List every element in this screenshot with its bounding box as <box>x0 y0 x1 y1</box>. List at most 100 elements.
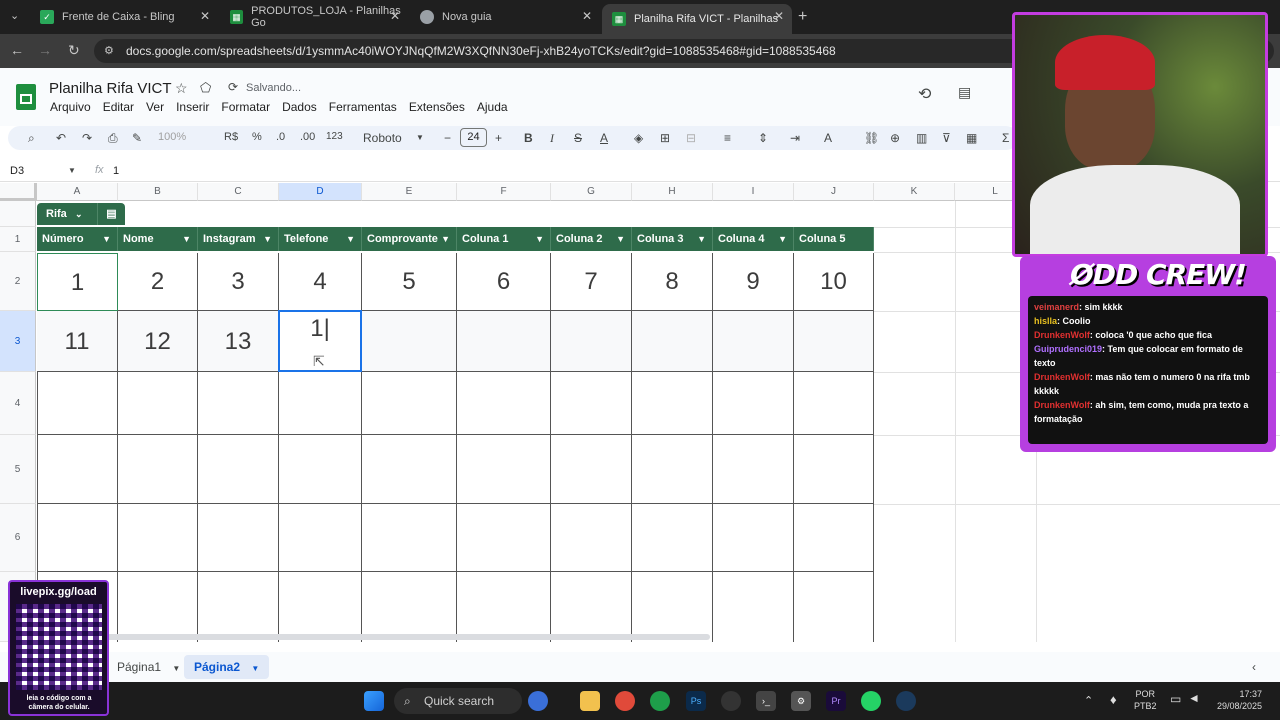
chevron-down-icon[interactable]: ▼ <box>172 664 180 673</box>
row-header-5[interactable]: 5 <box>0 435 36 504</box>
cell-d3-editing[interactable]: 1| ⇱ <box>278 310 362 372</box>
table-header-instagram[interactable]: Instagram ▼ <box>198 227 279 251</box>
back-icon[interactable]: ← <box>10 42 24 58</box>
cell-g3[interactable] <box>551 311 632 372</box>
clock[interactable]: 17:37 29/08/2025 <box>1210 688 1262 712</box>
cell-f3[interactable] <box>457 311 551 372</box>
row-header-2[interactable]: 2 <box>0 252 36 311</box>
volume-icon[interactable]: ◄ <box>1188 691 1200 705</box>
functions-icon[interactable]: Σ <box>1002 131 1009 145</box>
table-header-nome[interactable]: Nome ▼ <box>118 227 198 251</box>
decrease-font-size-icon[interactable]: − <box>444 131 451 145</box>
tab-search-icon[interactable]: ⌄ <box>10 9 19 22</box>
table-header-coluna-5[interactable]: Coluna 5 <box>794 227 874 251</box>
cell-h2[interactable]: 8 <box>632 253 713 311</box>
microphone-icon[interactable]: ♦ <box>1110 692 1117 707</box>
comment-icon[interactable]: ⊕ <box>890 131 900 145</box>
filter-views-icon[interactable]: ▦ <box>966 131 977 145</box>
table-header-coluna-3[interactable]: Coluna 3 ▼ <box>632 227 713 251</box>
search-menus-icon[interactable]: ⌕ <box>28 131 35 146</box>
new-tab-icon[interactable]: + <box>798 8 807 26</box>
cell-c2[interactable]: 3 <box>198 253 279 311</box>
comments-icon[interactable]: ▤ <box>958 84 971 101</box>
link-icon[interactable]: ⛓ <box>864 131 879 145</box>
align-horizontal-icon[interactable]: ≡ <box>724 131 731 145</box>
scrollbar-horizontal[interactable] <box>40 634 710 640</box>
sheet-tab-pagina1[interactable]: Página1 ▼ <box>107 655 190 679</box>
cell-a2[interactable]: 1 <box>37 253 118 311</box>
obs-icon[interactable] <box>721 691 741 711</box>
table-header-coluna-1[interactable]: Coluna 1 ▼ <box>457 227 551 251</box>
menu-ferramentas[interactable]: Ferramentas <box>329 100 397 114</box>
reload-icon[interactable]: ↻ <box>68 42 80 59</box>
cell-b2[interactable]: 2 <box>118 253 198 311</box>
whatsapp-icon[interactable] <box>861 691 881 711</box>
cell-d2[interactable]: 4 <box>279 253 362 311</box>
table-header-comprovante[interactable]: Comprovante ▼ <box>362 227 457 251</box>
zoom-select[interactable]: 100% <box>158 131 186 143</box>
cell-e3[interactable] <box>362 311 457 372</box>
file-explorer-icon[interactable] <box>580 691 600 711</box>
browser-tab-1[interactable]: ✓ Frente de Caixa - Bling ✕ <box>30 4 218 30</box>
table-header-coluna-2[interactable]: Coluna 2 ▼ <box>551 227 632 251</box>
text-color-icon[interactable]: A <box>600 131 608 145</box>
collapse-side-panel-icon[interactable]: ‹ <box>1252 660 1256 674</box>
menu-editar[interactable]: Editar <box>103 100 134 114</box>
filter-icon[interactable]: ⊽ <box>942 131 951 145</box>
column-header-f[interactable]: F <box>457 183 551 201</box>
currency-format-button[interactable]: R$ <box>224 131 238 143</box>
cell-f2[interactable]: 6 <box>457 253 551 311</box>
select-all-corner[interactable] <box>0 183 37 201</box>
increase-font-size-icon[interactable]: + <box>495 131 502 145</box>
cell-b3[interactable]: 12 <box>118 311 198 372</box>
menu-inserir[interactable]: Inserir <box>176 100 209 114</box>
cell-i2[interactable]: 9 <box>713 253 794 311</box>
column-header-i[interactable]: I <box>713 183 794 201</box>
row-header-4[interactable]: 4 <box>0 372 36 435</box>
windows-start-icon[interactable] <box>364 691 384 711</box>
forward-icon[interactable]: → <box>38 42 52 58</box>
row-header-3[interactable]: 3 <box>0 311 36 372</box>
column-header-c[interactable]: C <box>198 183 279 201</box>
font-size-input[interactable]: 24 <box>460 128 487 147</box>
document-title[interactable]: Planilha Rifa VICT <box>49 80 172 97</box>
cell-g2[interactable]: 7 <box>551 253 632 311</box>
redo-icon[interactable]: ↷ <box>82 131 92 145</box>
borders-icon[interactable]: ⊞ <box>660 131 670 145</box>
cell-h3[interactable] <box>632 311 713 372</box>
column-header-b[interactable]: B <box>118 183 198 201</box>
menu-formatar[interactable]: Formatar <box>221 100 270 114</box>
fill-color-icon[interactable]: ◈ <box>634 131 643 145</box>
cell-j3[interactable] <box>794 311 874 372</box>
site-info-icon[interactable]: ⚙ <box>104 39 114 63</box>
cell-c3[interactable]: 13 <box>198 311 279 372</box>
chevron-down-icon[interactable]: ▼ <box>251 664 259 673</box>
star-icon[interactable]: ☆ <box>175 80 188 97</box>
font-select[interactable]: Roboto <box>363 131 402 145</box>
close-icon[interactable]: ✕ <box>390 9 400 23</box>
text-wrap-icon[interactable]: ⇥ <box>790 131 800 145</box>
cell-j2[interactable]: 10 <box>794 253 874 311</box>
text-rotation-icon[interactable]: A <box>824 131 832 145</box>
print-icon[interactable]: ⎙ <box>108 131 118 146</box>
table-header-telefone[interactable]: Telefone ▼ <box>279 227 362 251</box>
language-indicator[interactable]: POR PTB2 <box>1134 688 1157 712</box>
table-options-icon[interactable]: ▤ <box>97 203 125 225</box>
menu-ajuda[interactable]: Ajuda <box>477 100 508 114</box>
sheet-tab-pagina2[interactable]: Página2 ▼ <box>184 655 270 679</box>
table-name-chip[interactable]: Rifa ⌄ ▤ <box>37 203 125 225</box>
table-header-coluna-4[interactable]: Coluna 4 ▼ <box>713 227 794 251</box>
premiere-icon[interactable]: Pr <box>826 691 846 711</box>
close-icon[interactable]: ✕ <box>200 9 210 23</box>
sheets-logo-icon[interactable] <box>16 84 36 110</box>
align-vertical-icon[interactable]: ⇕ <box>758 131 768 145</box>
undo-icon[interactable]: ↶ <box>56 131 66 145</box>
bold-icon[interactable]: B <box>524 131 533 145</box>
row-header-1[interactable]: 1 <box>0 227 36 252</box>
history-icon[interactable]: ⟲ <box>918 84 931 104</box>
browser-tab-3[interactable]: Nova guia ✕ <box>410 4 600 30</box>
increase-decimal-button[interactable]: .00 <box>300 131 315 143</box>
column-header-a[interactable]: A <box>37 183 118 201</box>
terminal-icon[interactable]: ›_ <box>756 691 776 711</box>
column-header-g[interactable]: G <box>551 183 632 201</box>
